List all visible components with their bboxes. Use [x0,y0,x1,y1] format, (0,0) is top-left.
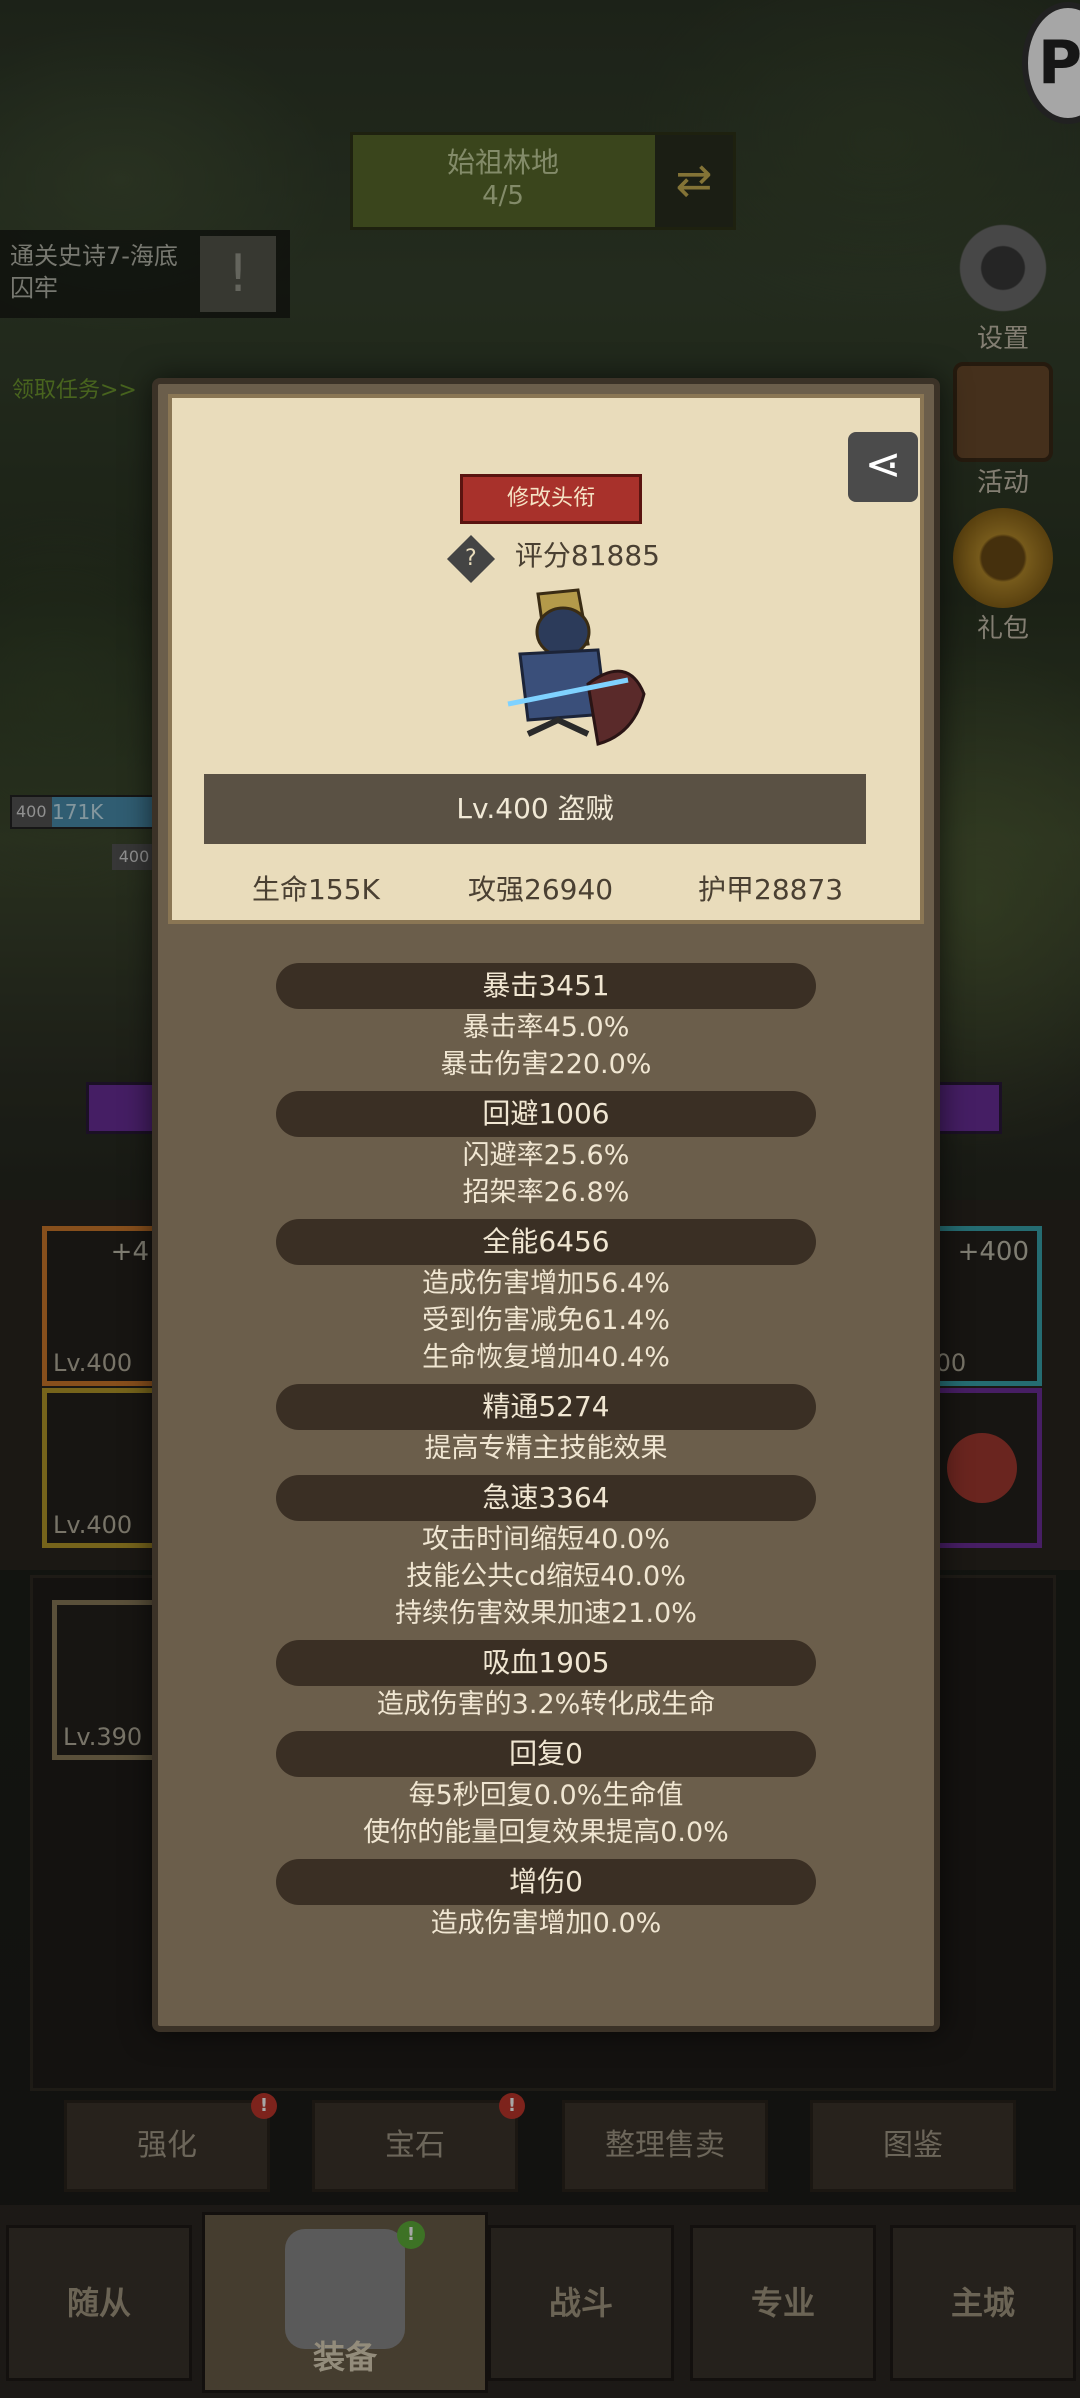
rogue-character-portrait [507,588,646,746]
character-card: ⋖ 修改头衔 ? 评分81885 Lv.400 盗贼 生命155K 攻强2694… [168,394,924,924]
versatility-header: 全能6456 [276,1219,816,1265]
stat-line: 暴击率45.0% [462,1012,630,1043]
share-icon[interactable]: ⋖ [848,432,918,502]
mastery-header: 精通5274 [276,1384,816,1430]
regen-header: 回复0 [276,1731,816,1777]
haste-header: 急速3364 [276,1475,816,1521]
score-value: 评分81885 [514,539,660,572]
avoidance-header: 回避1006 [276,1091,816,1137]
character-name-level: Lv.400 盗贼 [204,774,866,844]
character-stats-popup: ⋖ 修改头衔 ? 评分81885 Lv.400 盗贼 生命155K 攻强2694… [152,378,940,2032]
life-stat: 生命155K [252,873,380,906]
stat-line: 造成伤害的3.2%转化成生命 [376,1689,716,1720]
stat-line: 造成伤害增加0.0% [430,1908,662,1939]
stat-line: 闪避率25.6% [462,1140,630,1171]
stat-line: 每5秒回复0.0%生命值 [408,1780,684,1811]
stat-line: 招架率26.8% [462,1177,630,1208]
stat-line: 技能公共cd缩短40.0% [406,1561,686,1592]
stat-line: 暴击伤害220.0% [440,1049,652,1080]
stat-line: 持续伤害效果加速21.0% [395,1598,697,1629]
damage-bonus-header: 增伤0 [276,1859,816,1905]
leech-header: 吸血1905 [276,1640,816,1686]
help-icon[interactable]: ? [446,534,496,584]
stat-line: 使你的能量回复效果提高0.0% [363,1817,729,1848]
crit-header: 暴击3451 [276,963,816,1009]
stat-line: 攻击时间缩短40.0% [422,1524,670,1555]
attack-stat: 攻强26940 [468,873,614,906]
stat-line: 提高专精主技能效果 [424,1433,668,1464]
edit-title-button[interactable]: 修改头衔 [460,474,642,524]
stat-line: 生命恢复增加40.4% [422,1342,670,1373]
score-row: ? 评分81885 [446,534,660,584]
armor-stat: 护甲28873 [698,873,844,906]
stat-line: 受到伤害减免61.4% [422,1305,670,1336]
stat-line: 造成伤害增加56.4% [422,1268,670,1299]
